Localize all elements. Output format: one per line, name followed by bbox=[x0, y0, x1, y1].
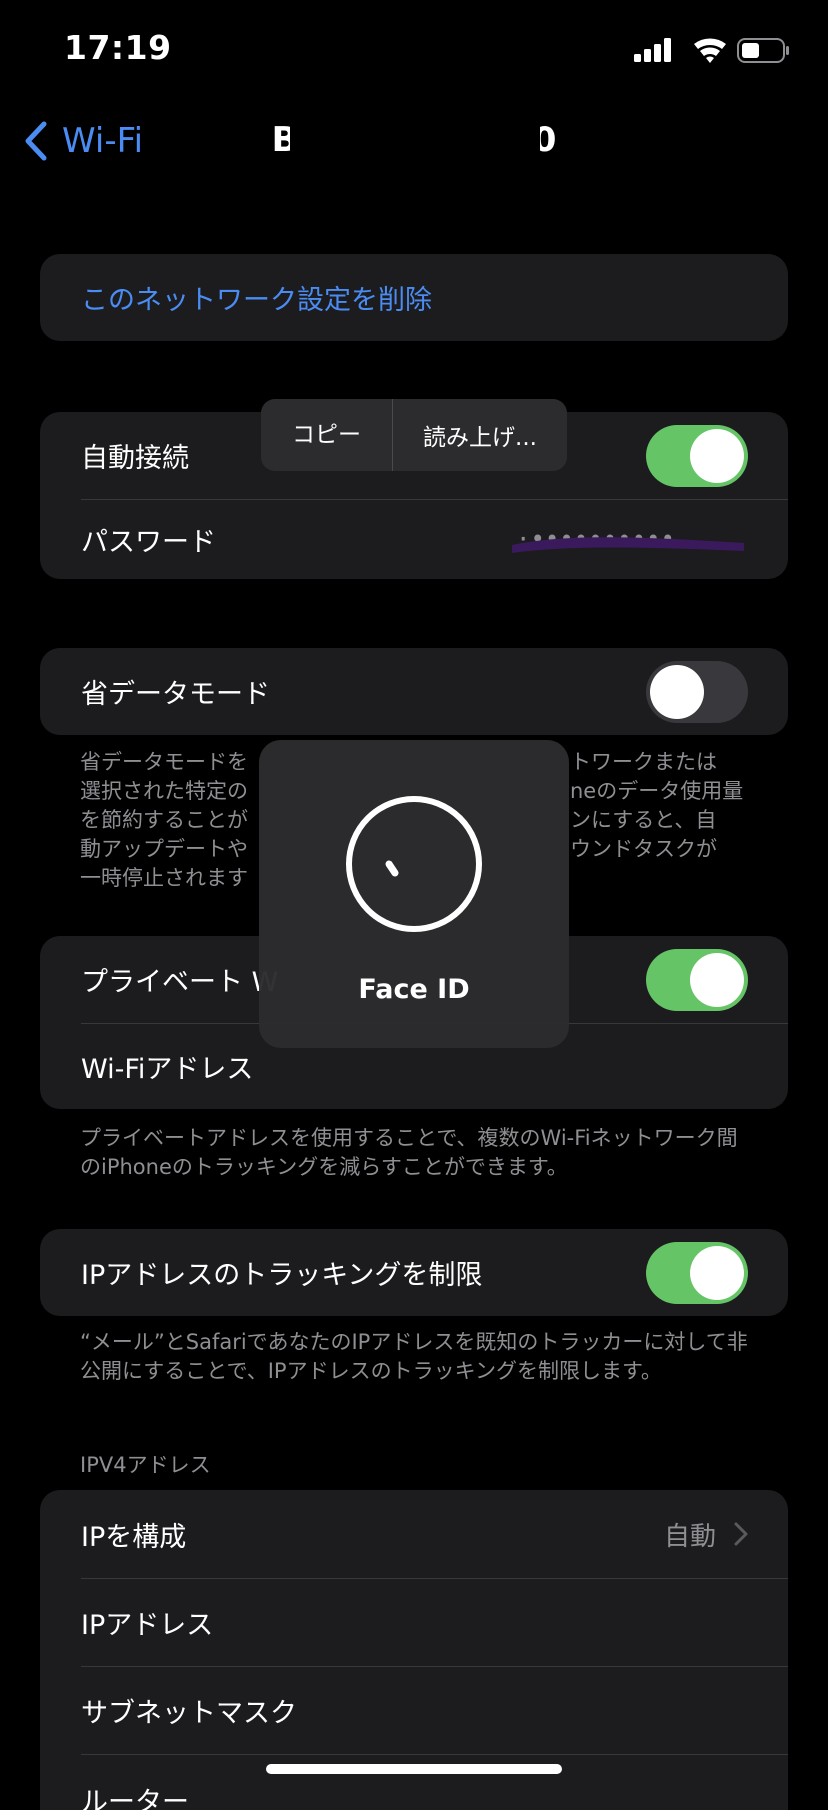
forget-network-label: このネットワーク設定を削除 bbox=[81, 285, 432, 316]
password-redaction: ·•••••••••• bbox=[512, 525, 744, 553]
ipv4-group: IPを構成 自動 IPアドレス サブネットマスク ルーター bbox=[40, 1490, 788, 1810]
configure-ip-label: IPを構成 bbox=[81, 1521, 187, 1553]
chevron-right-icon bbox=[734, 1522, 748, 1546]
battery-icon bbox=[737, 38, 789, 63]
low-data-group: 省データモード bbox=[40, 648, 788, 735]
footnote-line: 選択された特定の bbox=[80, 779, 248, 803]
limit-ip-toggle[interactable] bbox=[646, 1241, 748, 1304]
limit-ip-row: IPアドレスのトラッキングを制限 bbox=[40, 1229, 788, 1316]
toggle-knob bbox=[690, 428, 744, 483]
ip-address-label: IPアドレス bbox=[81, 1609, 214, 1641]
ip-address-row: IPアドレス bbox=[40, 1578, 788, 1666]
face-id-label: Face ID bbox=[358, 974, 470, 1005]
limit-ip-footnote: “メール”とSafariであなたのIPアドレスを既知のトラッカーに対して非公開に… bbox=[80, 1330, 748, 1383]
wifi-icon bbox=[694, 38, 726, 63]
copy-menu-item[interactable]: コピー bbox=[261, 399, 393, 471]
speak-menu-item[interactable]: 読み上げ... bbox=[393, 418, 567, 452]
footnote-line: を節約することが bbox=[80, 808, 248, 832]
low-data-footnote-right: トワークまたは neのデータ使用量 ンにすると、自 ウンドタスクが bbox=[570, 748, 770, 864]
face-id-icon bbox=[346, 796, 482, 932]
footnote-line: トワークまたは bbox=[570, 750, 717, 774]
auto-join-toggle[interactable] bbox=[646, 424, 748, 487]
subnet-mask-label: サブネットマスク bbox=[81, 1697, 297, 1729]
toggle-knob bbox=[650, 664, 704, 719]
status-bar: 17:19 bbox=[0, 0, 828, 100]
footnote-line: 動アップデートや bbox=[80, 837, 248, 861]
cellular-icon bbox=[634, 38, 671, 62]
footnote-line: 省データモードを bbox=[80, 750, 248, 774]
ipv4-section-header: IPV4アドレス bbox=[80, 1453, 211, 1477]
router-label: ルーター bbox=[81, 1787, 189, 1810]
forget-group: このネットワーク設定を削除 bbox=[40, 254, 788, 341]
subnet-mask-row: サブネットマスク bbox=[40, 1666, 788, 1754]
status-icons bbox=[634, 36, 794, 66]
title-redaction bbox=[290, 118, 540, 158]
private-address-footnote: プライベートアドレスを使用することで、複数のWi-Fiネットワーク間のiPhon… bbox=[80, 1126, 738, 1179]
forget-network-button[interactable]: このネットワーク設定を削除 bbox=[40, 254, 788, 341]
footnote-line: neのデータ使用量 bbox=[570, 779, 744, 803]
low-data-row: 省データモード bbox=[40, 648, 788, 735]
footnote-line: ウンドタスクが bbox=[570, 837, 717, 861]
status-time: 17:19 bbox=[64, 28, 172, 67]
toggle-knob bbox=[690, 1245, 744, 1300]
configure-ip-value: 自動 bbox=[663, 1521, 716, 1552]
limit-ip-group: IPアドレスのトラッキングを制限 bbox=[40, 1229, 788, 1316]
footnote-line: 一時停止されます bbox=[80, 866, 248, 890]
footnote-line: ンにすると、自 bbox=[570, 808, 717, 832]
edit-menu-popover: コピー 読み上げ... bbox=[261, 399, 567, 471]
wifi-address-label: Wi-Fiアドレス bbox=[81, 1053, 254, 1085]
password-row[interactable]: パスワード ·•••••••••• bbox=[40, 499, 788, 579]
router-row: ルーター bbox=[40, 1754, 788, 1810]
home-indicator[interactable] bbox=[266, 1764, 562, 1774]
low-data-toggle[interactable] bbox=[646, 660, 748, 723]
low-data-footnote-left: 省データモードを 選択された特定の を節約することが 動アップデートや 一時停止… bbox=[80, 748, 260, 893]
configure-ip-row[interactable]: IPを構成 自動 bbox=[40, 1490, 788, 1578]
